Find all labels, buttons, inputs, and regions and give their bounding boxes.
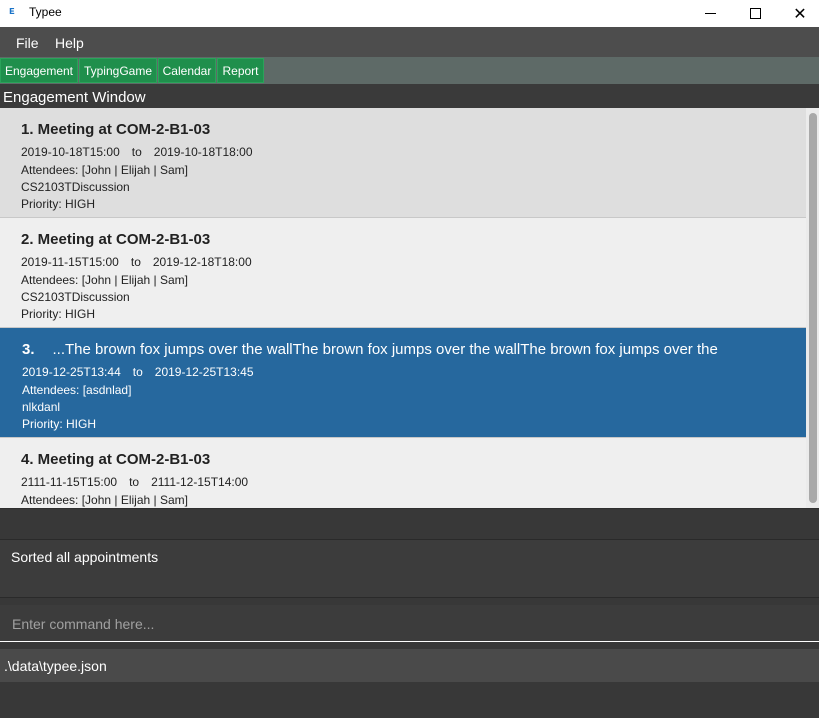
engagement-card[interactable]: 1. Meeting at COM-2-B1-03 2019-10-18T15:… bbox=[0, 108, 806, 218]
start-time: 2019-11-15T15:00 bbox=[21, 255, 119, 269]
engagement-title: ...The brown fox jumps over the wallThe … bbox=[52, 341, 718, 358]
to-label: to bbox=[130, 255, 141, 269]
command-input[interactable] bbox=[0, 605, 819, 642]
panel-title: Engagement Window bbox=[3, 89, 146, 106]
tab-typing-game[interactable]: TypingGame bbox=[79, 58, 157, 83]
divider bbox=[0, 508, 819, 539]
to-label: to bbox=[132, 365, 143, 379]
to-label: to bbox=[131, 145, 142, 159]
scrollbar-thumb[interactable] bbox=[809, 113, 817, 503]
maximize-button[interactable] bbox=[732, 0, 778, 27]
status-bar: .\data\typee.json bbox=[0, 649, 819, 682]
tab-engagement[interactable]: Engagement bbox=[0, 58, 78, 83]
engagement-name: 1. Meeting at COM-2-B1-03 bbox=[21, 121, 211, 138]
maximize-icon bbox=[749, 8, 761, 19]
engagement-attendees: Attendees: [John | Elijah | Sam] bbox=[21, 273, 188, 287]
engagement-name: 4. Meeting at COM-2-B1-03 bbox=[21, 451, 211, 468]
result-message: Sorted all appointments bbox=[11, 549, 159, 565]
engagement-dates: 2019-12-25T13:44 to 2019-12-25T13:45 bbox=[22, 365, 254, 379]
tab-report[interactable]: Report bbox=[217, 58, 264, 83]
command-box bbox=[0, 605, 819, 642]
engagement-card[interactable]: 2. Meeting at COM-2-B1-03 2019-11-15T15:… bbox=[0, 218, 806, 328]
start-time: 2019-12-25T13:44 bbox=[22, 365, 121, 379]
close-button[interactable]: ✕ bbox=[777, 0, 819, 27]
data-file-path: .\data\typee.json bbox=[4, 658, 107, 674]
engagement-priority: Priority: HIGH bbox=[22, 417, 97, 431]
menu-file[interactable]: File bbox=[16, 35, 39, 51]
engagement-attendees: Attendees: [John | Elijah | Sam] bbox=[21, 493, 188, 507]
footer bbox=[0, 682, 819, 718]
engagement-attendees: Attendees: [John | Elijah | Sam] bbox=[21, 163, 188, 177]
engagement-description: CS2103TDiscussion bbox=[21, 180, 130, 194]
panel-header: Engagement Window bbox=[0, 84, 819, 108]
list-scrollbar[interactable] bbox=[806, 108, 819, 508]
to-label: to bbox=[129, 475, 140, 489]
engagement-attendees: Attendees: [asdnlad] bbox=[22, 383, 132, 397]
engagement-card[interactable]: 4. Meeting at COM-2-B1-03 2111-11-15T15:… bbox=[0, 438, 806, 508]
window-title: Typee bbox=[29, 5, 62, 19]
minimize-button[interactable] bbox=[687, 0, 733, 27]
engagement-card-selected[interactable]: 3. ...The brown fox jumps over the wallTh… bbox=[0, 328, 806, 438]
menu-help[interactable]: Help bbox=[55, 35, 84, 51]
engagement-dates: 2111-11-15T15:00 to 2111-12-15T14:00 bbox=[21, 475, 248, 489]
engagement-description: nlkdanl bbox=[22, 400, 61, 414]
end-time: 2019-12-25T13:45 bbox=[154, 365, 254, 379]
start-time: 2111-11-15T15:00 bbox=[21, 475, 118, 489]
tab-calendar[interactable]: Calendar bbox=[158, 58, 216, 83]
minimize-icon bbox=[704, 13, 716, 14]
engagement-dates: 2019-11-15T15:00 to 2019-12-18T18:00 bbox=[21, 255, 252, 269]
title-bar: ᴇ Typee ✕ bbox=[0, 0, 819, 27]
end-time: 2111-12-15T14:00 bbox=[151, 475, 249, 489]
engagement-description: CS2103TDiscussion bbox=[21, 290, 130, 304]
end-time: 2019-10-18T18:00 bbox=[153, 145, 253, 159]
engagement-name: 2. Meeting at COM-2-B1-03 bbox=[21, 231, 211, 248]
engagement-name: 3. ...The brown fox jumps over the wallTh… bbox=[22, 341, 718, 358]
close-icon: ✕ bbox=[793, 5, 807, 23]
engagement-priority: Priority: HIGH bbox=[21, 197, 96, 211]
end-time: 2019-12-18T18:00 bbox=[152, 255, 252, 269]
engagement-priority: Priority: HIGH bbox=[21, 307, 96, 321]
engagement-dates: 2019-10-18T15:00 to 2019-10-18T18:00 bbox=[21, 145, 253, 159]
app-icon: ᴇ bbox=[9, 5, 15, 17]
start-time: 2019-10-18T15:00 bbox=[21, 145, 120, 159]
engagement-list[interactable]: 1. Meeting at COM-2-B1-03 2019-10-18T15:… bbox=[0, 108, 806, 508]
result-display: Sorted all appointments bbox=[0, 539, 819, 598]
tab-bar: Engagement TypingGame Calendar Report bbox=[0, 57, 819, 84]
engagement-number: 3. bbox=[22, 341, 35, 358]
menu-bar: File Help bbox=[0, 27, 819, 57]
